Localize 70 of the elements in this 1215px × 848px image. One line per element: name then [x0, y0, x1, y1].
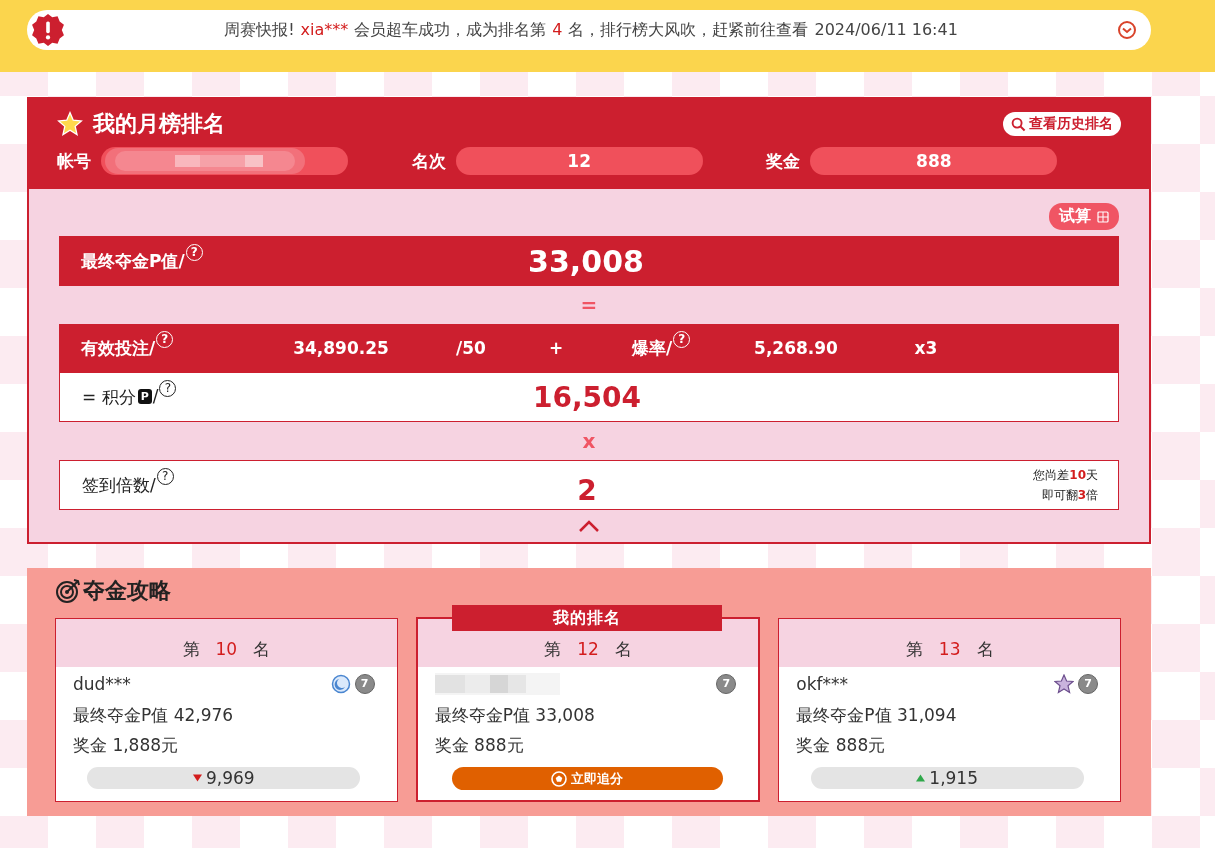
catch-up-button[interactable]: 立即追分 [451, 767, 723, 790]
my-rank-tag: 我的排名 [451, 605, 722, 631]
rank-number: 12 [577, 639, 599, 659]
trial-button[interactable]: 试算 [1049, 203, 1119, 230]
final-value-text: 最终夺金P值 31,094 [796, 704, 958, 727]
field-label: 名次 [411, 149, 446, 173]
slash: / [152, 385, 159, 406]
bet-value: 34,890.25 [292, 338, 390, 358]
rank-number: 13 [938, 639, 961, 659]
member-name: okf*** [796, 674, 849, 694]
rank-label: 第 [905, 637, 923, 661]
down-arrow-icon [193, 774, 202, 782]
ball-icon [551, 770, 568, 787]
rate-value: 5,268.90 [753, 338, 839, 358]
moon-badge-icon [330, 674, 351, 694]
level-badge: 7 [716, 674, 737, 694]
prize-text: 奖金 888元 [434, 734, 525, 757]
banner-text: 名，排行榜大风吹，赶紧前往查看 [568, 19, 809, 39]
checkin-note: 您尚差10天 [1033, 467, 1098, 484]
banner-rank: 4 [552, 19, 563, 39]
multiply-sign: x [581, 428, 597, 455]
rate-multiplier: x3 [913, 338, 939, 358]
bet-label: 有效投注/ [81, 336, 156, 360]
rank-label: 名 [614, 637, 632, 661]
final-value-text: 最终夺金P值 42,976 [73, 704, 235, 727]
rank-number: 10 [215, 639, 238, 659]
checkin-note: 即可翻3倍 [1041, 487, 1098, 504]
rate-label: 爆率/ [631, 336, 673, 360]
banner-label: 周赛快报! [224, 19, 295, 39]
final-label: 最终夺金P值/ [81, 249, 185, 273]
up-arrow-icon [916, 774, 926, 782]
points-label: = 积分 [82, 385, 136, 409]
level-badge: 7 [354, 674, 375, 694]
bet-divisor: /50 [455, 338, 487, 358]
final-value: 33,008 [527, 243, 645, 279]
field-label: 奖金 [766, 149, 801, 173]
rank-label: 名 [253, 637, 271, 661]
diff-value: 9,969 [206, 768, 255, 788]
expand-icon[interactable] [1117, 20, 1137, 40]
final-value-text: 最终夺金P值 33,008 [434, 704, 596, 727]
history-ranking-button[interactable]: 查看历史排名 [1003, 112, 1121, 136]
star-badge-icon [1054, 674, 1074, 694]
value-field: 888 [810, 147, 1058, 175]
rank-label: 名 [976, 637, 994, 661]
equals-sign: = [579, 292, 599, 319]
alert-icon [31, 13, 65, 47]
level-badge: 7 [1078, 674, 1098, 694]
strategy-title: 夺金攻略 [83, 577, 171, 605]
member-name: dud*** [73, 674, 131, 694]
diff-value: 1,915 [929, 768, 978, 788]
field-label: 帐号 [57, 149, 91, 173]
calculator-icon [1097, 210, 1109, 223]
star-icon [57, 111, 83, 137]
collapse-icon[interactable] [578, 520, 600, 532]
banner-text: 会员超车成功，成为排名第 [354, 19, 547, 39]
prize-text: 奖金 888元 [796, 734, 887, 757]
checkin-label: 签到倍数/ [82, 473, 156, 497]
value-field: 12 [455, 147, 703, 175]
points-badge: P [137, 388, 152, 404]
checkin-value: 2 [576, 473, 598, 507]
search-icon [1011, 116, 1026, 132]
rank-label: 第 [182, 637, 200, 661]
target-icon [55, 578, 81, 604]
banner-time: 2024/06/11 16:41 [814, 19, 958, 39]
points-value: 16,504 [531, 380, 643, 414]
rank-label: 第 [544, 637, 562, 661]
banner-user: xia*** [300, 19, 349, 39]
panel-title: 我的月榜排名 [93, 110, 226, 138]
prize-text: 奖金 1,888元 [73, 734, 180, 757]
plus-sign: + [547, 338, 565, 358]
